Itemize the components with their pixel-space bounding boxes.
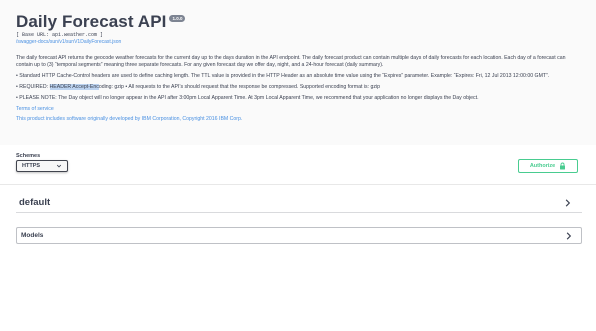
spec-link[interactable]: /swagger-docs/sun/v1/sunV1DailyForecast.…: [16, 39, 581, 46]
models-label: Models: [21, 232, 44, 239]
lock-icon: [560, 162, 566, 170]
info-links: Terms of service This product includes s…: [16, 106, 581, 123]
description-paragraph: • REQUIRED: HEADER Accept-Encoding: gzip…: [16, 84, 581, 91]
description-text: • REQUIRED:: [16, 84, 50, 90]
description-text: oding: gzip • All requests to the API’s …: [98, 84, 380, 90]
models-section[interactable]: Models: [16, 227, 582, 244]
selected-text: HEADER Accept-Enc: [49, 84, 99, 90]
chevron-down-icon: [56, 164, 62, 168]
authorize-button[interactable]: Authorize: [518, 159, 578, 173]
schemes-select[interactable]: HTTPS: [16, 160, 68, 172]
version-badge: 1.0.0: [169, 15, 186, 22]
schemes-label: Schemes: [16, 153, 41, 159]
api-description: The daily forecast API returns the geoco…: [16, 55, 581, 102]
title-row: Daily Forecast API 1.0.0: [16, 12, 581, 32]
description-paragraph: The daily forecast API returns the geoco…: [16, 55, 566, 68]
description-paragraph: • PLEASE NOTE: The Day object will no lo…: [16, 95, 479, 101]
chevron-right-icon[interactable]: [564, 231, 573, 241]
tag-section-default[interactable]: default: [16, 193, 582, 213]
chevron-right-icon[interactable]: [563, 198, 572, 208]
info-section: Daily Forecast API 1.0.0 [ Base URL: api…: [0, 0, 596, 145]
ibm-copyright-link[interactable]: This product includes software originall…: [16, 116, 581, 123]
base-url: [ Base URL: api.weather.com ]: [16, 32, 104, 38]
terms-of-service-link[interactable]: Terms of service: [16, 106, 581, 113]
divider: [0, 184, 596, 185]
page-title: Daily Forecast API: [16, 12, 167, 31]
info-container: Daily Forecast API 1.0.0 [ Base URL: api…: [16, 12, 581, 126]
description-paragraph: • Standard HTTP Cache-Control headers ar…: [16, 73, 550, 79]
authorize-label: Authorize: [529, 163, 556, 169]
schemes-selected-value: HTTPS: [22, 163, 41, 169]
schemes-section: Schemes HTTPS: [16, 153, 68, 172]
tag-name: default: [19, 197, 51, 208]
